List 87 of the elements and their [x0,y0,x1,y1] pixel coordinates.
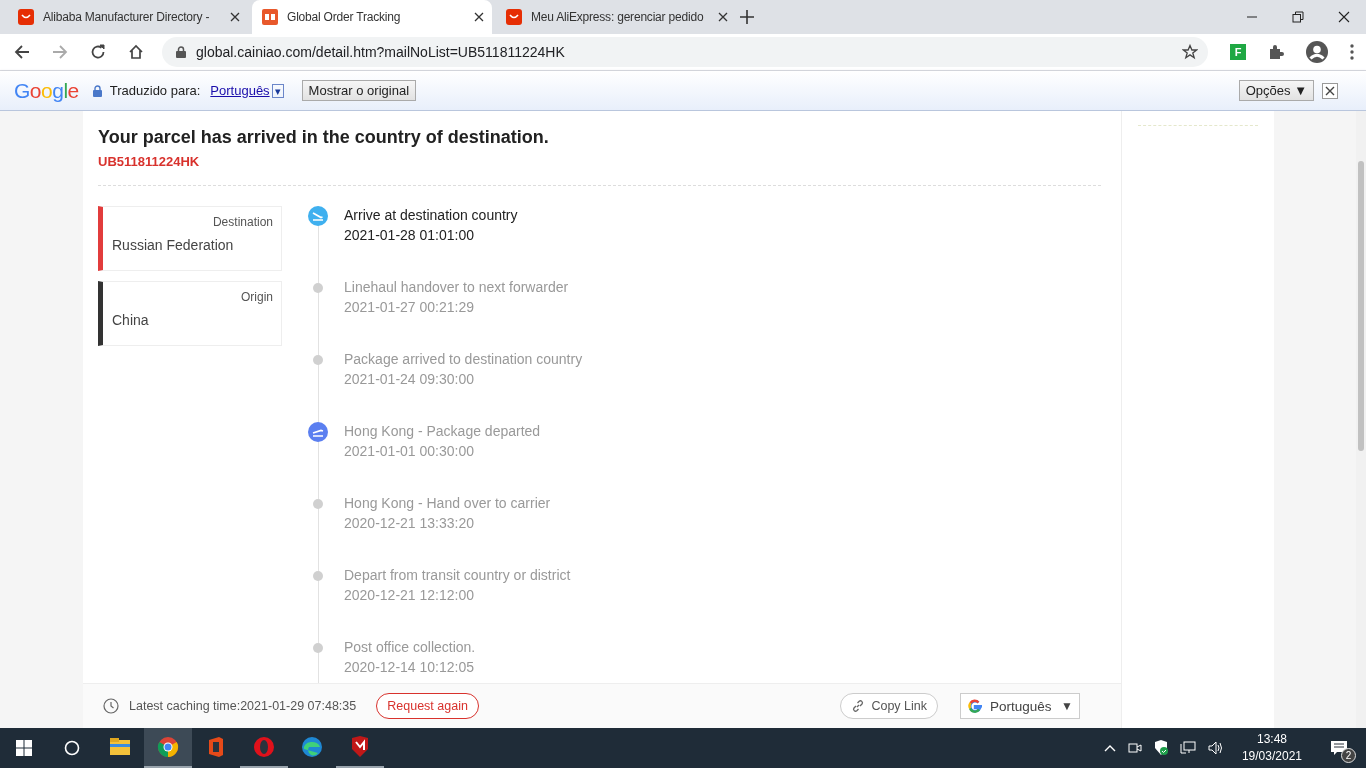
event-title: Package arrived to destination country [344,350,583,368]
address-bar[interactable]: global.cainiao.com/detail.htm?mailNoList=UB511811224HK [162,37,1208,67]
event-time: 2021-01-27 00:21:29 [344,299,475,315]
home-icon[interactable] [128,44,144,60]
options-button[interactable]: Opções ▼ [1238,80,1314,101]
timeline-dot-icon [313,499,323,509]
location-label: Destination [211,215,273,229]
language-link[interactable]: Português [210,83,270,98]
close-icon[interactable] [718,12,728,22]
tab-title: Meu AliExpress: gerenciar pedido [531,10,705,24]
browser-tab[interactable]: Alibaba Manufacturer Directory - [8,0,248,34]
caching-time: Latest caching time:2021-01-29 07:48:35 [129,699,357,713]
timeline-dot-icon [313,283,323,293]
event-time: 2021-01-24 09:30:00 [344,371,475,387]
location-value: China [112,312,150,328]
speaker-icon[interactable] [1207,741,1224,755]
plane-landing-icon [308,206,328,226]
star-icon[interactable] [1182,44,1198,60]
close-icon[interactable] [1338,11,1350,23]
timeline-dot-icon [313,571,323,581]
edge-icon [300,735,324,759]
translated-label: Traduzido para: [109,83,201,98]
taskbar-app-button[interactable] [144,728,192,768]
url-text: global.cainiao.com/detail.htm?mailNoList=UB511811224HK [196,44,566,60]
language-dropdown[interactable]: ▾ [271,83,284,98]
chrome-icon [156,735,180,759]
notification-count: 2 [1341,748,1356,763]
bag-icon [506,9,522,25]
event-time: 2020-12-21 12:12:00 [344,587,475,603]
back-icon[interactable] [14,44,30,60]
location-value: Russian Federation [112,237,235,253]
notification-icon[interactable] [1330,740,1348,756]
event-time: 2020-12-14 10:12:05 [344,659,475,675]
scrollbar-thumb[interactable] [1358,161,1364,451]
location-label: Origin [240,290,273,304]
bag-icon [18,9,34,25]
new-tab-icon[interactable] [740,10,754,24]
event-time: 2020-12-21 13:33:20 [344,515,475,531]
caret-icon: ▼ [1061,699,1073,713]
lock-icon [176,46,186,58]
google-g-icon [967,698,983,714]
event-title: Post office collection. [344,638,476,656]
plane-takeoff-icon [308,422,328,442]
time-text: 13:48 [1255,731,1288,748]
menu-icon[interactable] [1350,44,1354,60]
show-original-button[interactable]: Mostrar o original [301,80,417,101]
lock-icon [92,84,102,97]
event-title: Hong Kong - Package departed [344,422,541,440]
puzzle-icon[interactable] [1268,44,1284,60]
date-text: 19/03/2021 [1241,748,1302,765]
tab-title: Alibaba Manufacturer Directory - [43,10,211,24]
camera-icon[interactable] [1127,741,1142,755]
network-icon[interactable] [1179,741,1196,755]
language-select[interactable]: Português ▼ [960,693,1080,719]
language-name: Português [990,698,1053,714]
link-icon [851,699,866,713]
event-title: Hong Kong - Hand over to carrier [344,494,551,512]
chevron-up-icon[interactable] [1103,744,1116,752]
event-title: Depart from transit country or district [344,566,571,584]
account-icon[interactable] [1306,41,1328,63]
clock[interactable]: 13:48 19/03/2021 [1235,731,1308,765]
tab-title: Global Order Tracking [287,10,402,24]
event-time: 2021-01-28 01:01:00 [344,227,475,243]
reload-icon[interactable] [90,44,106,60]
timeline-dot-icon [313,355,323,365]
shield-check-icon[interactable] [1153,740,1168,756]
browser-tab[interactable]: Meu AliExpress: gerenciar pedido [496,0,736,34]
close-icon[interactable] [230,12,240,22]
logo-icon [262,9,278,25]
event-title: Arrive at destination country [344,206,518,224]
close-icon[interactable] [474,12,484,22]
timeline-dot-icon [313,643,323,653]
tracking-number: UB511811224HK [98,154,1101,186]
search-icon[interactable] [64,740,80,756]
status-heading: Your parcel has arrived in the country of destination. [98,127,550,148]
browser-tab[interactable]: Global Order Tracking [252,0,492,34]
copy-link-button[interactable]: Copy Link [840,693,938,719]
opera-icon [252,735,276,759]
event-time: 2021-01-01 00:30:00 [344,443,475,459]
close-icon[interactable] [1322,82,1338,99]
windows-icon[interactable] [16,740,32,756]
clock-icon [103,698,119,714]
request-again-button[interactable]: Request again [376,693,479,719]
restore-icon[interactable] [1292,11,1304,23]
event-title: Linehaul handover to next forwarder [344,278,569,296]
google-logo: Google [14,78,79,103]
scrollbar[interactable] [1356,111,1366,728]
